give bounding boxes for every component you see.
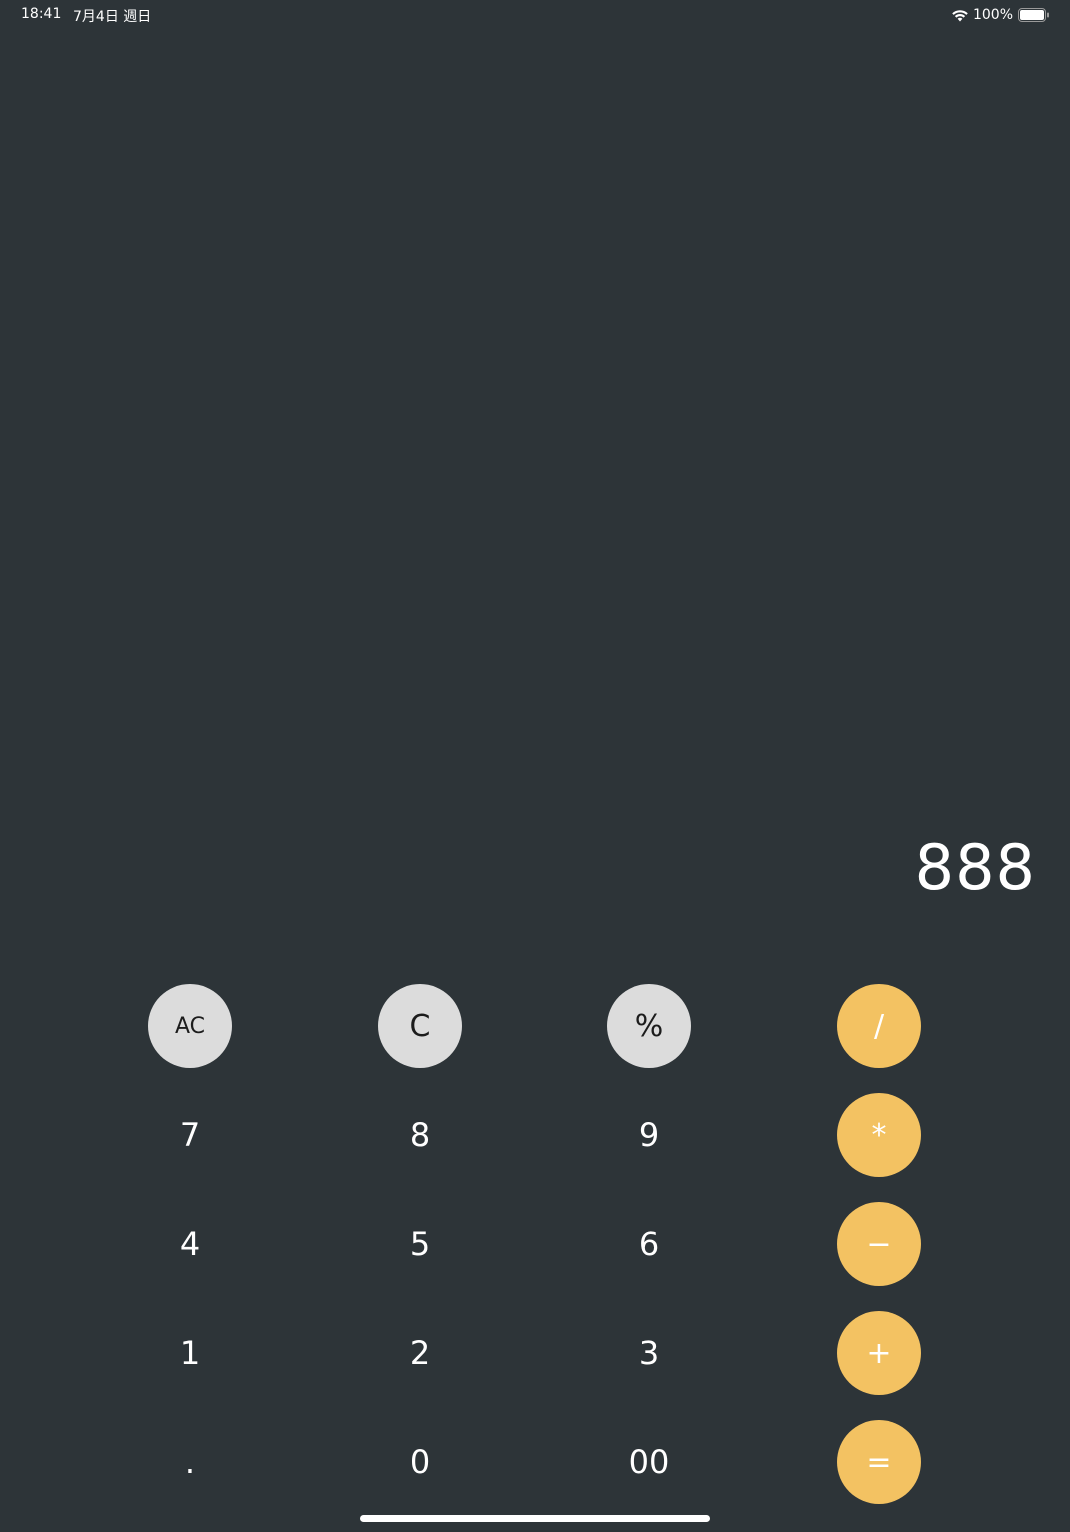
equals-button[interactable]: = <box>837 1420 921 1504</box>
equals-label: = <box>866 1444 892 1480</box>
clear-button[interactable]: C <box>378 984 462 1068</box>
digit-9-label: 9 <box>638 1116 660 1154</box>
divide-label: / <box>873 1008 885 1044</box>
multiply-label: * <box>871 1117 887 1153</box>
decimal-point-label: . <box>184 1443 196 1481</box>
digit-2-label: 2 <box>409 1334 431 1372</box>
all-clear-label: AC <box>174 1013 206 1039</box>
status-indicators: 100% <box>951 5 1050 25</box>
digit-4-button[interactable]: 4 <box>148 1202 232 1286</box>
home-indicator[interactable] <box>360 1515 710 1522</box>
digit-1-label: 1 <box>179 1334 201 1372</box>
digit-8-button[interactable]: 8 <box>378 1093 462 1177</box>
status-time: 18:41 <box>21 6 62 22</box>
digit-7-button[interactable]: 7 <box>148 1093 232 1177</box>
all-clear-button[interactable]: AC <box>148 984 232 1068</box>
plus-label: + <box>866 1335 892 1371</box>
decimal-point-button[interactable]: . <box>148 1420 232 1504</box>
percent-label: % <box>634 1008 664 1044</box>
wifi-icon <box>952 10 968 22</box>
double-zero-button[interactable]: 00 <box>607 1420 691 1504</box>
result-display: 888 <box>914 831 1036 904</box>
digit-1-button[interactable]: 1 <box>148 1311 232 1395</box>
clear-label: C <box>409 1008 431 1044</box>
digit-3-label: 3 <box>638 1334 660 1372</box>
plus-button[interactable]: + <box>837 1311 921 1395</box>
battery-percentage: 100% <box>972 7 1013 23</box>
digit-4-label: 4 <box>179 1225 201 1263</box>
digit-8-label: 8 <box>409 1116 431 1154</box>
digit-0-button[interactable]: 0 <box>378 1420 462 1504</box>
status-bar: 18:41 7月4日 週日 100% <box>0 0 1070 32</box>
divide-button[interactable]: / <box>837 984 921 1068</box>
digit-6-button[interactable]: 6 <box>607 1202 691 1286</box>
digit-3-button[interactable]: 3 <box>607 1311 691 1395</box>
digit-6-label: 6 <box>638 1225 660 1263</box>
digit-9-button[interactable]: 9 <box>607 1093 691 1177</box>
digit-7-label: 7 <box>179 1116 201 1154</box>
minus-button[interactable]: − <box>837 1202 921 1286</box>
minus-label: − <box>866 1226 892 1262</box>
status-date: 7月4日 週日 <box>73 9 152 25</box>
digit-5-button[interactable]: 5 <box>378 1202 462 1286</box>
digit-0-label: 0 <box>409 1443 431 1481</box>
double-zero-label: 00 <box>628 1443 670 1481</box>
battery-icon <box>1018 8 1049 22</box>
percent-button[interactable]: % <box>607 984 691 1068</box>
multiply-button[interactable]: * <box>837 1093 921 1177</box>
digit-5-label: 5 <box>409 1225 431 1263</box>
digit-2-button[interactable]: 2 <box>378 1311 462 1395</box>
